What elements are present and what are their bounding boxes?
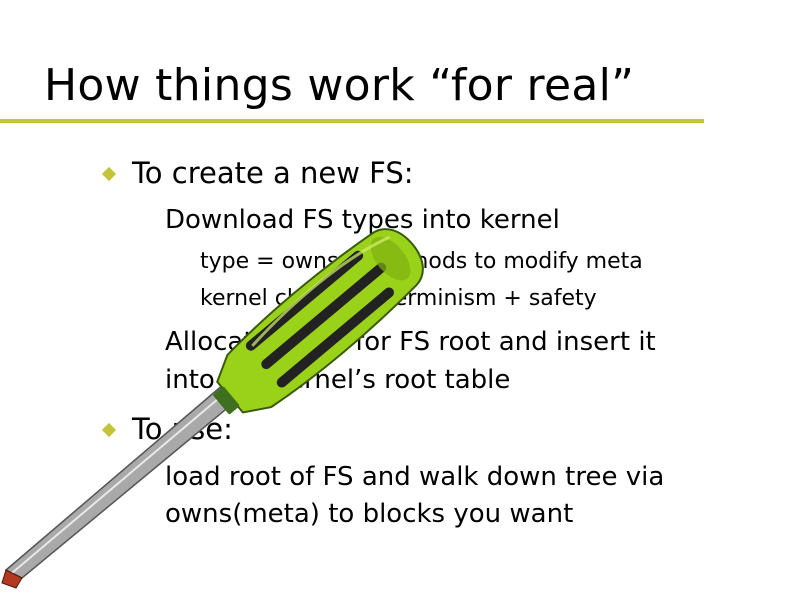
bullet-level2-load-root-cont: owns(meta) to blocks you want	[165, 499, 574, 529]
bullet-level2-allocate-block-cont: into the kernel’s root table	[165, 365, 511, 395]
bullet-level2-allocate-block: Allocate block for FS root and insert it	[165, 327, 656, 357]
title-underline	[0, 119, 704, 123]
bullet-level3-kernel-checks: kernel checks determinism + safety	[200, 286, 597, 311]
bullet-level2-load-root: load root of FS and walk down tree via	[165, 462, 665, 492]
slide: How things work “for real” To create a n…	[0, 0, 800, 600]
bullet-level2-download-types: Download FS types into kernel	[165, 205, 560, 235]
slide-title: How things work “for real”	[44, 60, 635, 111]
bullet-level1-to-use: To use:	[132, 412, 233, 446]
bullet-level3-type-owns: type = owns + methods to modify meta	[200, 249, 643, 274]
bullet-level1-create-fs: To create a new FS:	[132, 156, 414, 190]
bullet-diamond-icon	[101, 422, 117, 438]
bullet-diamond-icon	[101, 166, 117, 182]
